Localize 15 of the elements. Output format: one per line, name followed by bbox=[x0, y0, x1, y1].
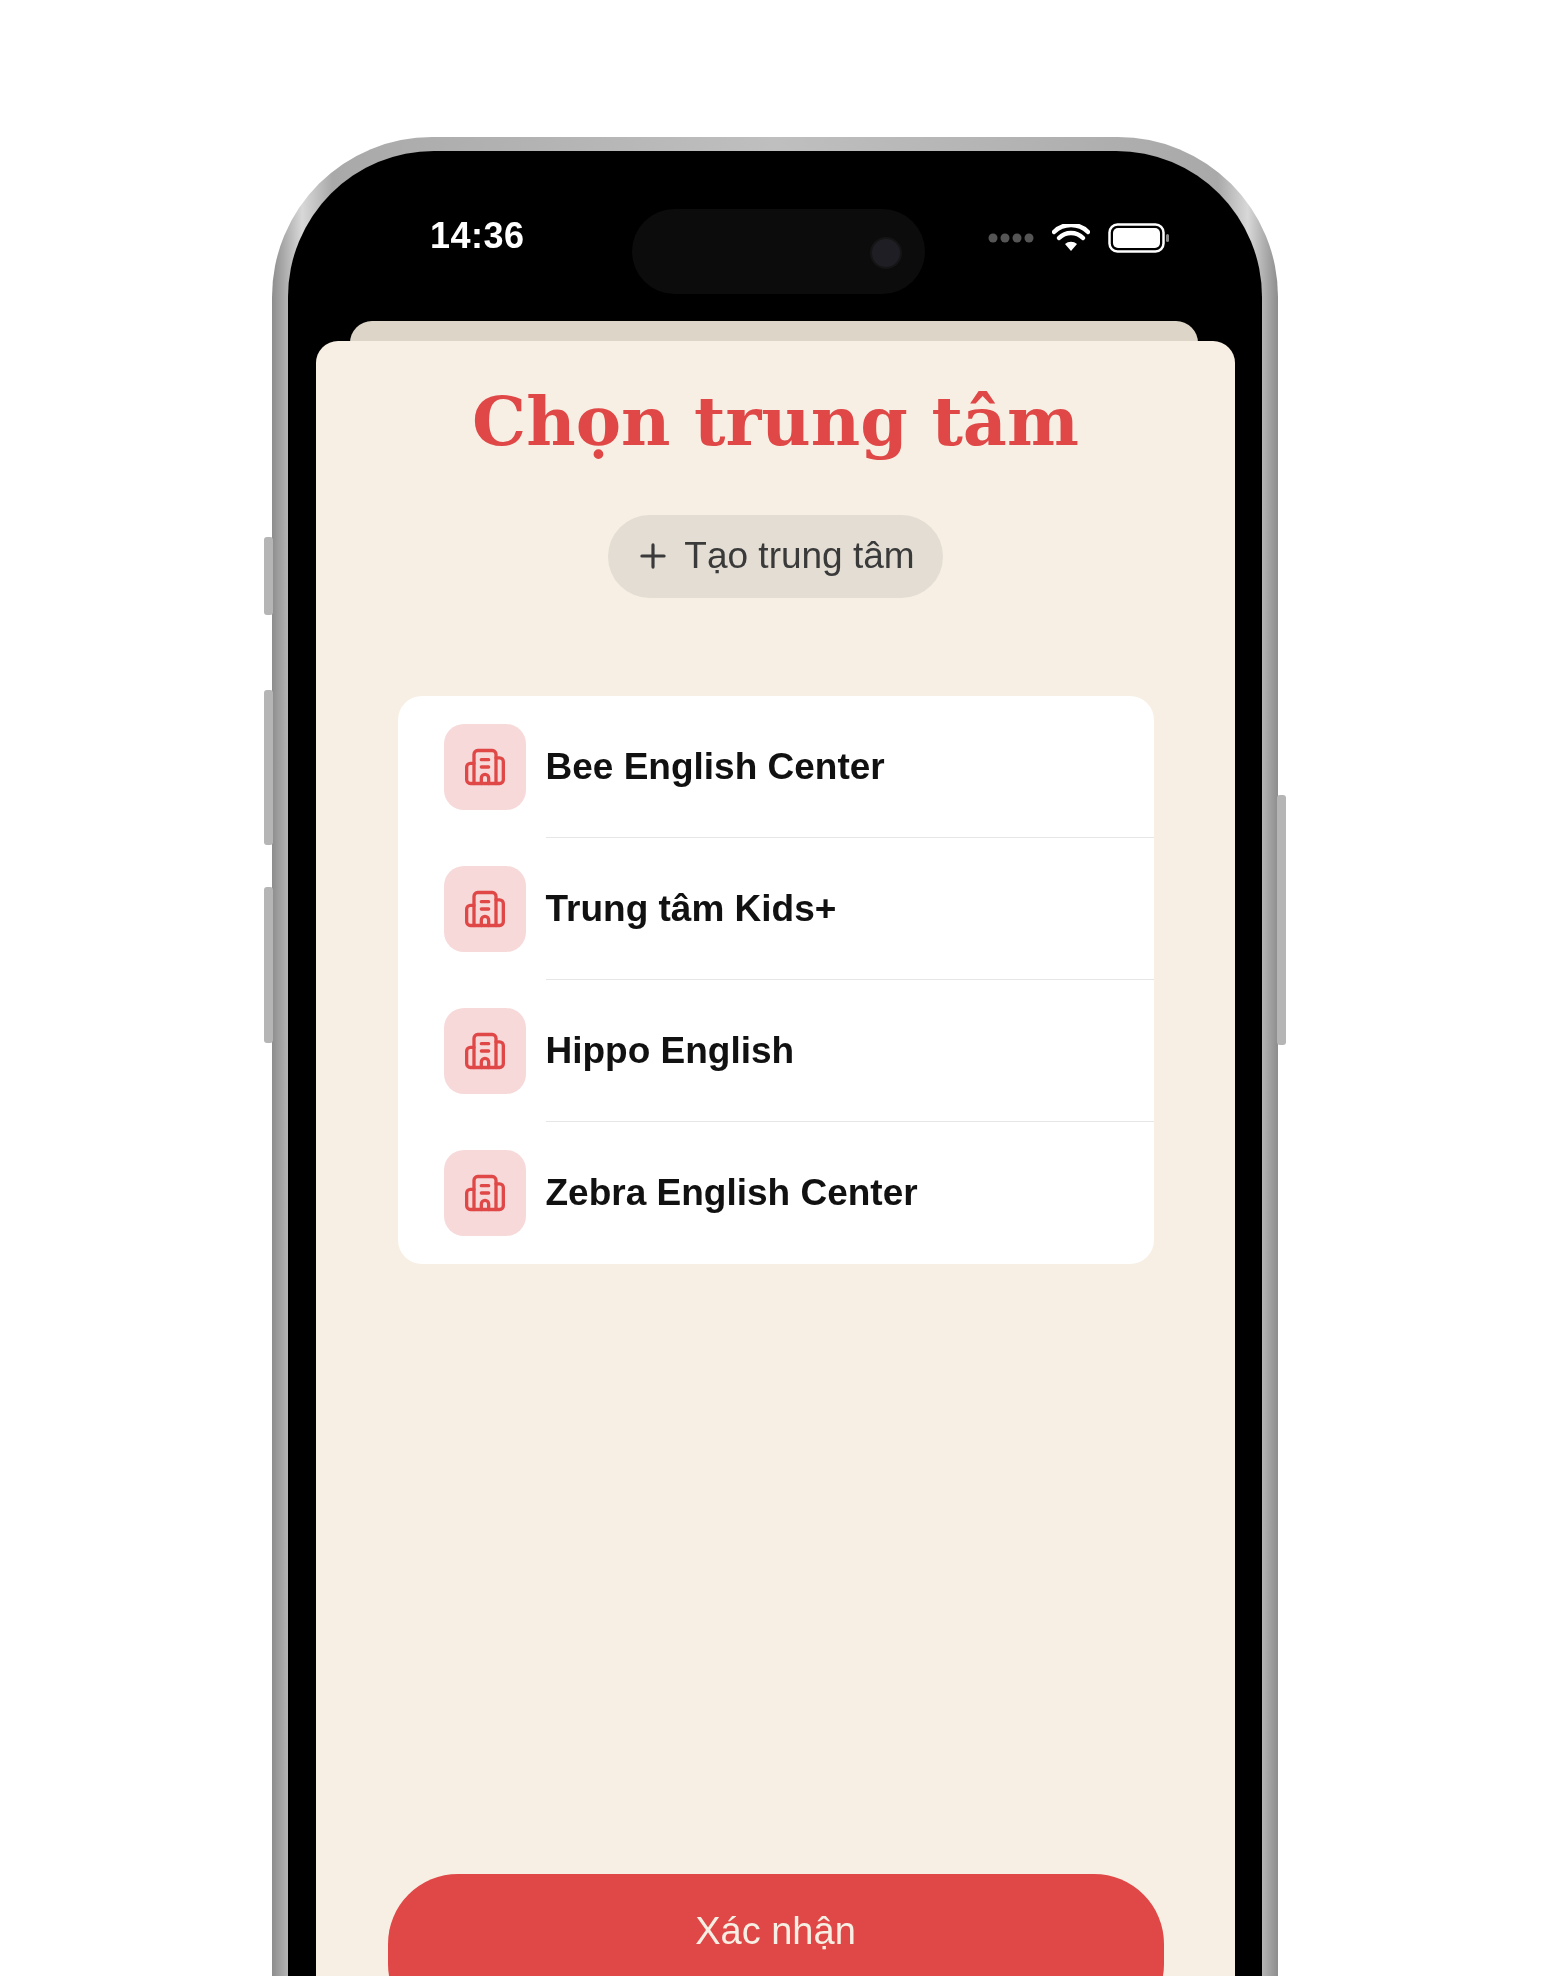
center-name[interactable]: Zebra English Center bbox=[545, 1171, 918, 1214]
building-icon bbox=[443, 1007, 526, 1094]
page-title: Chọn trung tâm bbox=[472, 381, 1079, 463]
center-name[interactable]: Bee English Center bbox=[545, 745, 885, 788]
battery-icon bbox=[1108, 223, 1170, 253]
center-name[interactable]: Hippo English bbox=[545, 1029, 795, 1072]
confirm-button[interactable]: Xác nhận bbox=[387, 1873, 1164, 1976]
status-time: 14:36 bbox=[430, 215, 525, 257]
signal-icon bbox=[988, 233, 1034, 243]
building-icon bbox=[443, 723, 526, 810]
center-name[interactable]: Trung tâm Kids+ bbox=[545, 887, 837, 930]
building-icon bbox=[443, 865, 526, 952]
create-center-button[interactable]: Tạo trung tâm bbox=[608, 514, 943, 598]
wifi-icon bbox=[1052, 224, 1090, 252]
building-icon bbox=[443, 1149, 526, 1236]
